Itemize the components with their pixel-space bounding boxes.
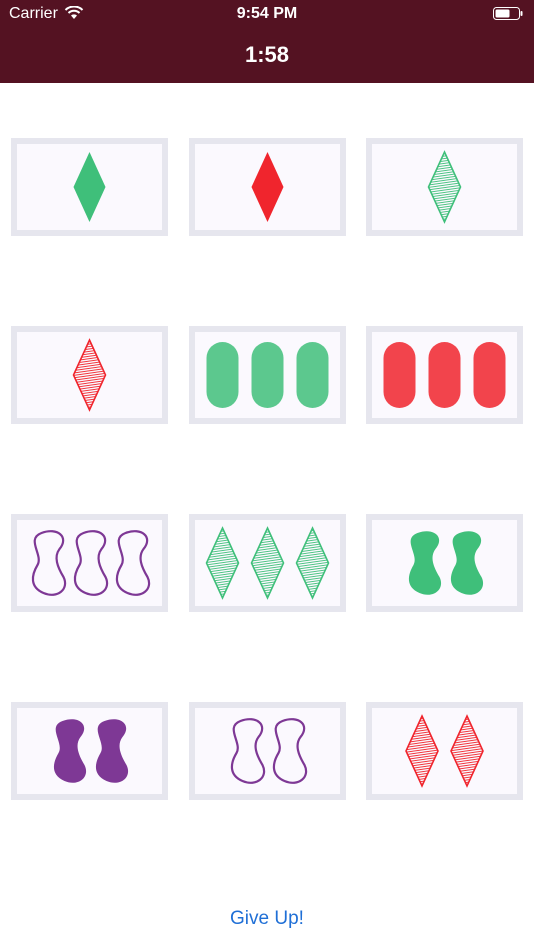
diamond-symbol — [73, 152, 106, 222]
card-symbols — [53, 719, 129, 783]
set-card[interactable] — [366, 326, 523, 424]
card-face — [17, 520, 162, 606]
card-symbols — [73, 152, 106, 222]
set-card[interactable] — [11, 138, 168, 236]
card-face — [372, 144, 517, 230]
card-grid — [0, 0, 534, 950]
set-card[interactable] — [366, 702, 523, 800]
set-card[interactable] — [189, 514, 346, 612]
card-face — [195, 144, 340, 230]
set-card[interactable] — [189, 138, 346, 236]
set-card[interactable] — [11, 514, 168, 612]
set-card[interactable] — [189, 702, 346, 800]
card-face — [195, 520, 340, 606]
set-card[interactable] — [366, 514, 523, 612]
oval-symbol — [206, 342, 239, 408]
oval-symbol — [383, 342, 416, 408]
diamond-symbol — [205, 526, 240, 600]
squiggle-symbol — [115, 530, 151, 596]
card-face — [372, 332, 517, 418]
card-symbols — [408, 531, 484, 595]
set-card[interactable] — [11, 326, 168, 424]
squiggle-symbol — [230, 718, 266, 784]
squiggle-symbol — [272, 718, 308, 784]
diamond-symbol — [450, 714, 484, 788]
set-card[interactable] — [11, 702, 168, 800]
card-symbols — [72, 338, 107, 412]
squiggle-symbol — [408, 531, 442, 595]
diamond-symbol — [295, 526, 330, 600]
oval-symbol — [428, 342, 461, 408]
card-face — [195, 332, 340, 418]
squiggle-symbol — [53, 719, 87, 783]
card-symbols — [251, 152, 284, 222]
card-face — [17, 332, 162, 418]
card-symbols — [205, 526, 330, 600]
card-symbols — [405, 714, 484, 788]
diamond-symbol — [250, 526, 285, 600]
squiggle-symbol — [73, 530, 109, 596]
give-up-button[interactable]: Give Up! — [0, 908, 534, 930]
card-symbols — [206, 342, 329, 408]
card-symbols — [31, 530, 151, 596]
set-card[interactable] — [189, 326, 346, 424]
diamond-symbol — [427, 150, 462, 224]
oval-symbol — [473, 342, 506, 408]
diamond-symbol — [405, 714, 439, 788]
diamond-symbol — [251, 152, 284, 222]
card-face — [372, 708, 517, 794]
squiggle-symbol — [450, 531, 484, 595]
set-card[interactable] — [366, 138, 523, 236]
diamond-symbol — [72, 338, 107, 412]
card-face — [17, 144, 162, 230]
squiggle-symbol — [31, 530, 67, 596]
card-symbols — [427, 150, 462, 224]
oval-symbol — [296, 342, 329, 408]
card-symbols — [230, 718, 308, 784]
card-face — [195, 708, 340, 794]
card-symbols — [383, 342, 506, 408]
card-face — [17, 708, 162, 794]
card-face — [372, 520, 517, 606]
squiggle-symbol — [95, 719, 129, 783]
oval-symbol — [251, 342, 284, 408]
